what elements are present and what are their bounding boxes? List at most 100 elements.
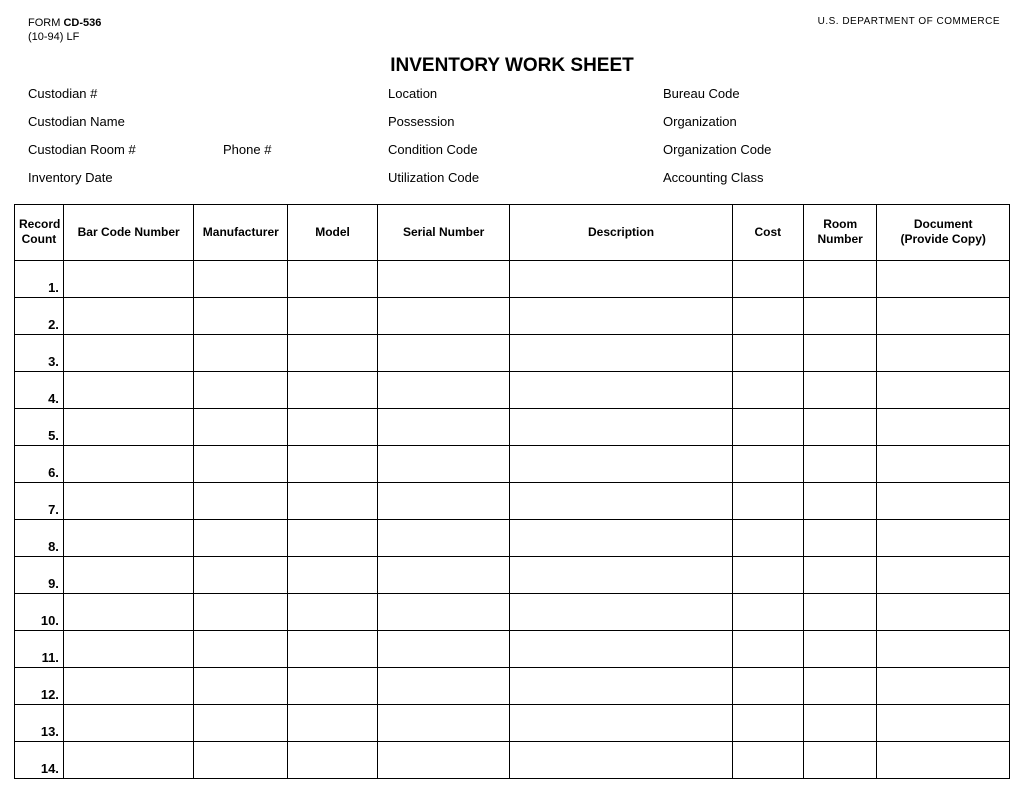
label-condition-code: Condition Code [388, 143, 663, 156]
table-row: 9. [15, 556, 1010, 593]
cell [194, 556, 288, 593]
field-row: Custodian Name Possession Organization [28, 115, 1010, 128]
row-number: 5. [15, 408, 64, 445]
cell [804, 630, 877, 667]
cell [877, 593, 1010, 630]
cell [804, 260, 877, 297]
cell [510, 445, 732, 482]
cell [63, 371, 193, 408]
cell [732, 556, 803, 593]
cell [510, 260, 732, 297]
cell [804, 704, 877, 741]
cell [804, 445, 877, 482]
cell [288, 260, 378, 297]
cell [804, 556, 877, 593]
cell [377, 519, 510, 556]
table-body: 1. 2. 3. 4. 5. 6. 7. 8. 9. 10. 11. 12. 1… [15, 260, 1010, 778]
cell [510, 334, 732, 371]
cell [194, 260, 288, 297]
cell [877, 667, 1010, 704]
col-serial: Serial Number [377, 204, 510, 260]
cell [194, 519, 288, 556]
cell [63, 334, 193, 371]
cell [194, 408, 288, 445]
cell [804, 519, 877, 556]
cell [377, 556, 510, 593]
form-number: CD-536 [63, 17, 101, 29]
cell [510, 704, 732, 741]
cell [63, 408, 193, 445]
cell [732, 408, 803, 445]
row-number: 13. [15, 704, 64, 741]
row-number: 11. [15, 630, 64, 667]
row-number: 7. [15, 482, 64, 519]
cell [510, 741, 732, 778]
cell [288, 593, 378, 630]
cell [804, 371, 877, 408]
table-row: 5. [15, 408, 1010, 445]
cell [377, 260, 510, 297]
cell [510, 556, 732, 593]
cell [510, 408, 732, 445]
cell [732, 371, 803, 408]
cell [732, 445, 803, 482]
cell [732, 667, 803, 704]
cell [194, 371, 288, 408]
cell [732, 704, 803, 741]
row-number: 6. [15, 445, 64, 482]
cell [288, 334, 378, 371]
cell [732, 630, 803, 667]
spacer [223, 171, 388, 184]
col-document: Document(Provide Copy) [877, 204, 1010, 260]
cell [194, 593, 288, 630]
cell [63, 445, 193, 482]
cell [194, 704, 288, 741]
cell [732, 482, 803, 519]
cell [377, 741, 510, 778]
field-row: Custodian Room # Phone # Condition Code … [28, 143, 1010, 156]
cell [510, 519, 732, 556]
table-row: 12. [15, 667, 1010, 704]
label-inventory-date: Inventory Date [28, 171, 223, 184]
cell [877, 556, 1010, 593]
spacer [223, 115, 388, 128]
cell [194, 334, 288, 371]
cell [377, 371, 510, 408]
cell [510, 630, 732, 667]
row-number: 1. [15, 260, 64, 297]
cell [877, 704, 1010, 741]
form-id: FORM CD-536 (10-94) LF [28, 16, 101, 45]
row-number: 3. [15, 334, 64, 371]
cell [510, 297, 732, 334]
cell [804, 667, 877, 704]
cell [288, 445, 378, 482]
cell [732, 593, 803, 630]
row-number: 8. [15, 519, 64, 556]
cell [377, 334, 510, 371]
table-row: 11. [15, 630, 1010, 667]
cell [194, 445, 288, 482]
cell [288, 371, 378, 408]
cell [194, 297, 288, 334]
col-record-count: RecordCount [15, 204, 64, 260]
top-bar: FORM CD-536 (10-94) LF U.S. DEPARTMENT O… [14, 16, 1010, 49]
form-prefix: FORM [28, 17, 63, 29]
label-custodian-name: Custodian Name [28, 115, 223, 128]
cell [804, 741, 877, 778]
table-row: 1. [15, 260, 1010, 297]
label-custodian-room: Custodian Room # [28, 143, 223, 156]
cell [194, 667, 288, 704]
label-phone: Phone # [223, 143, 388, 156]
row-number: 12. [15, 667, 64, 704]
col-bar-code: Bar Code Number [63, 204, 193, 260]
cell [63, 556, 193, 593]
cell [377, 445, 510, 482]
table-row: 8. [15, 519, 1010, 556]
table-row: 2. [15, 297, 1010, 334]
cell [377, 482, 510, 519]
table-row: 3. [15, 334, 1010, 371]
label-custodian-num: Custodian # [28, 87, 223, 100]
cell [288, 741, 378, 778]
cell [63, 260, 193, 297]
cell [377, 593, 510, 630]
